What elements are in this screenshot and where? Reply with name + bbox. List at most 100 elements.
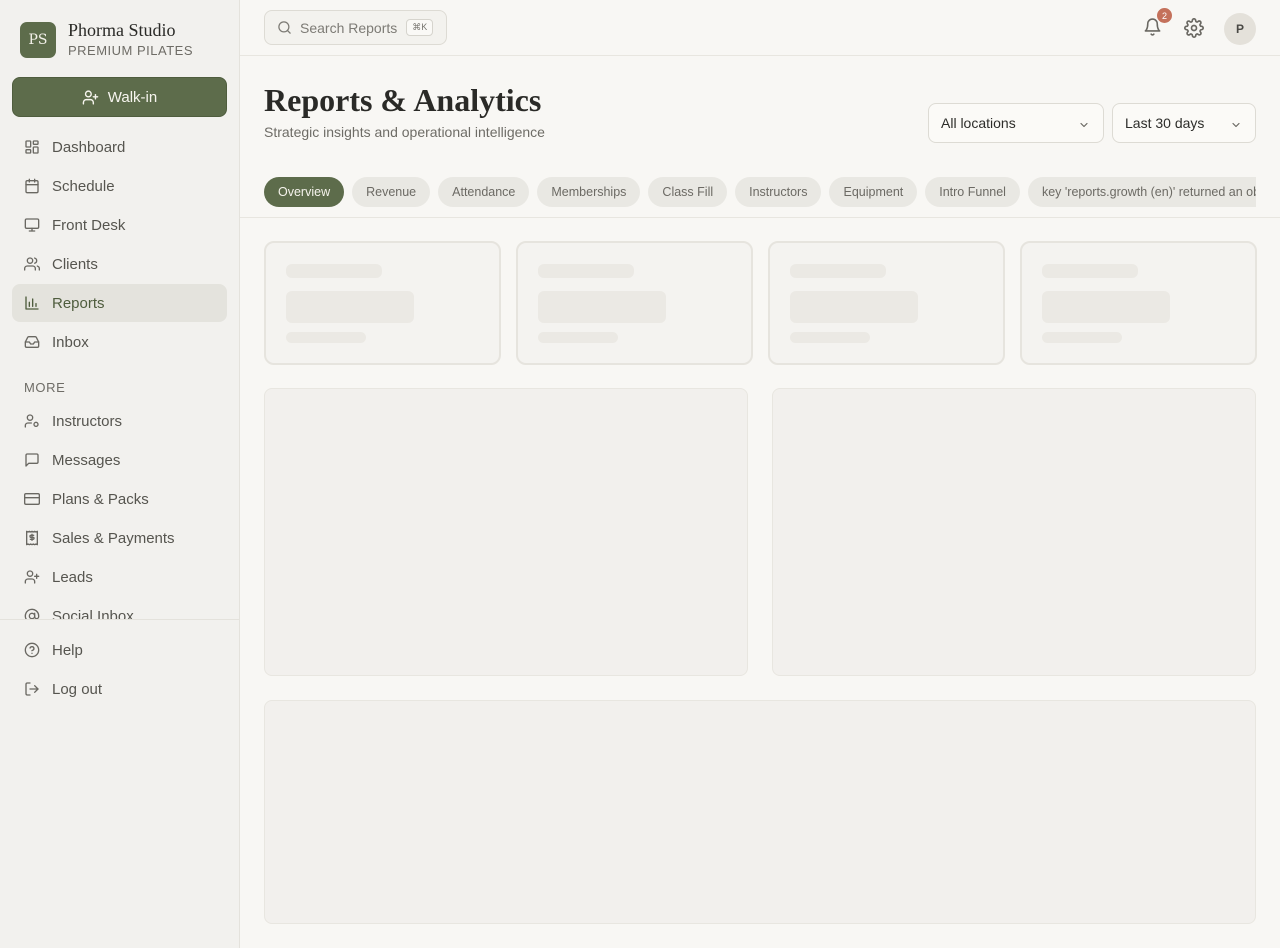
sidebar-item-label: Sales & Payments [52,529,175,547]
sidebar-item-messages[interactable]: Messages [12,441,227,479]
sidebar-item-label: Instructors [52,412,123,430]
page-title: Reports & Analytics [264,82,542,118]
brand-name: Phorma Studio [68,20,176,40]
footer-nav: Help Log out [12,631,227,709]
skeleton-value [1042,291,1170,323]
table-panel-skeleton [264,700,1256,924]
calendar-icon [25,178,39,194]
walk-in-button[interactable]: Walk-in [12,77,227,117]
sidebar-item-label: Clients [52,255,98,273]
tab-growth[interactable]: key 'reports.growth (en)' returned an ob… [1027,177,1256,207]
skeleton-line [790,264,886,278]
sidebar-divider [0,619,239,620]
location-select-value: All locations [941,115,1016,131]
skeleton-line [538,332,618,343]
sidebar-item-label: Messages [52,451,121,469]
report-tabs: Overview Revenue Attendance Memberships … [264,177,1256,207]
notification-badge: 2 [1157,8,1172,23]
skeleton-value [790,291,918,323]
sidebar-item-front-desk[interactable]: Front Desk [12,206,227,244]
sidebar-item-sales-payments[interactable]: Sales & Payments [12,519,227,557]
sidebar: PS Phorma Studio PREMIUM PILATES Walk-in… [0,0,240,948]
chevron-down-icon [1232,122,1240,128]
page-subtitle: Strategic insights and operational intel… [264,124,545,140]
tab-memberships[interactable]: Memberships [537,177,641,207]
tab-class-fill[interactable]: Class Fill [648,177,728,207]
message-icon [25,453,39,467]
topbar: Search Reports ⌘K 2 P [240,0,1280,56]
avatar[interactable]: P [1224,13,1256,45]
user-plus-icon [24,570,40,584]
receipt-icon [26,530,38,546]
walk-in-label: Walk-in [107,88,158,106]
log-out-icon [25,682,39,696]
tab-overview[interactable]: Overview [264,177,345,207]
sidebar-item-label: Front Desk [52,216,126,234]
kpi-card-skeleton [516,241,753,365]
skeleton-line [538,264,634,278]
credit-card-icon [24,493,40,505]
sidebar-item-dashboard[interactable]: Dashboard [12,128,227,166]
chart-panel-skeleton [264,388,748,676]
dashboard-icon [25,140,39,154]
sidebar-item-log-out[interactable]: Log out [12,670,227,708]
user-cog-icon [24,414,39,428]
date-range-select-value: Last 30 days [1125,115,1205,131]
monitor-icon [24,218,40,232]
skeleton-value [286,291,414,323]
sidebar-item-leads[interactable]: Leads [12,558,227,596]
search-icon [278,21,291,34]
sidebar-item-instructors[interactable]: Instructors [12,402,227,440]
sidebar-item-label: Dashboard [52,138,126,156]
sidebar-item-label: Schedule [52,177,115,195]
skeleton-value [538,291,666,323]
location-select[interactable]: All locations [928,103,1104,143]
tab-revenue[interactable]: Revenue [352,177,431,207]
sidebar-item-plans-packs[interactable]: Plans & Packs [12,480,227,518]
nav-section-more: MORE [24,380,66,395]
search-shortcut: ⌘K [406,19,434,36]
chevron-down-icon [1080,122,1088,128]
gear-icon[interactable] [1184,18,1204,38]
skeleton-line [790,332,870,343]
tab-attendance[interactable]: Attendance [438,177,530,207]
sidebar-item-label: Leads [52,568,93,586]
sidebar-item-inbox[interactable]: Inbox [12,323,227,361]
tab-intro-funnel[interactable]: Intro Funnel [925,177,1020,207]
sidebar-item-label: Help [52,641,83,659]
more-nav-scroll[interactable]: Instructors Messages Plans & Packs Sales… [12,402,227,620]
search-placeholder: Search Reports [300,19,398,36]
user-plus-icon [82,89,99,105]
brand: PS Phorma Studio PREMIUM PILATES [20,20,193,60]
skeleton-line [286,332,366,343]
sidebar-item-label: Plans & Packs [52,490,149,508]
sidebar-item-schedule[interactable]: Schedule [12,167,227,205]
kpi-card-skeleton [768,241,1005,365]
chart-panel-skeleton [772,388,1256,676]
sidebar-item-label: Reports [52,294,105,312]
tabs-divider [240,217,1280,218]
tab-equipment[interactable]: Equipment [829,177,918,207]
users-icon [24,257,40,271]
tab-instructors[interactable]: Instructors [735,177,822,207]
kpi-card-skeleton [264,241,501,365]
more-nav: Instructors Messages Plans & Packs Sales… [12,402,227,620]
date-range-select[interactable]: Last 30 days [1112,103,1256,143]
kpi-card-skeleton [1020,241,1257,365]
sidebar-item-label: Log out [52,680,103,698]
brand-logo: PS [20,22,56,58]
main-nav: Dashboard Schedule Front Desk Clients Re… [12,128,227,362]
sidebar-item-social-inbox[interactable]: Social Inbox [12,597,227,620]
skeleton-line [1042,264,1138,278]
skeleton-line [1042,332,1122,343]
bar-chart-icon [25,296,39,310]
help-circle-icon [24,642,40,658]
sidebar-item-clients[interactable]: Clients [12,245,227,283]
skeleton-line [286,264,382,278]
brand-subtitle: PREMIUM PILATES [68,43,194,58]
sidebar-item-reports[interactable]: Reports [12,284,227,322]
sidebar-item-label: Inbox [52,333,89,351]
inbox-icon [24,336,40,348]
sidebar-item-help[interactable]: Help [12,631,227,669]
search-input[interactable]: Search Reports ⌘K [264,10,447,45]
